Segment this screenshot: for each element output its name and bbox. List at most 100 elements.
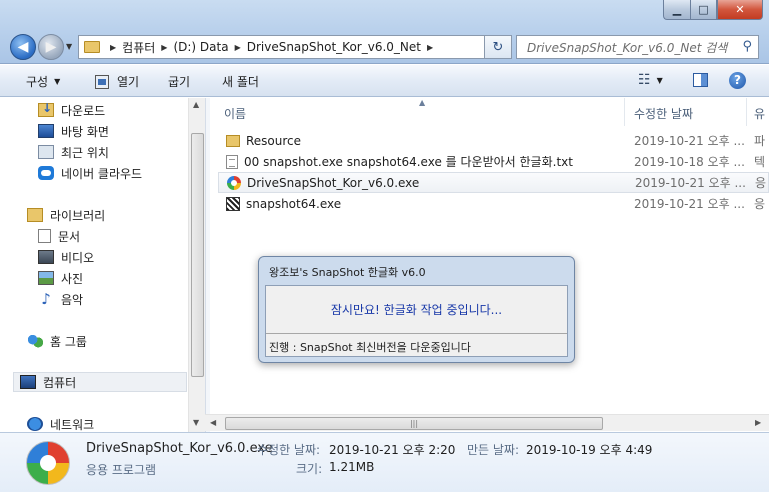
pane-splitter[interactable] — [205, 98, 210, 432]
breadcrumb-computer[interactable]: 컴퓨터 — [122, 39, 155, 56]
close-button[interactable]: ✕ — [717, 0, 763, 20]
chevron-right-icon[interactable]: ▶ — [235, 43, 241, 52]
column-divider[interactable] — [746, 98, 747, 126]
scroll-up-icon[interactable]: ▲ — [193, 100, 199, 109]
search-input[interactable]: DriveSnapShot_Kor_v6.0_Net 검색 ⚲ — [516, 35, 759, 59]
dialog-title: 왕조보's SnapShot 한글화 v6.0 — [269, 266, 426, 279]
file-name: Resource — [246, 133, 302, 148]
view-list-icon: ☷ — [638, 72, 651, 88]
sidebar-item-music[interactable]: ♪ 음악 — [38, 289, 83, 309]
preview-pane-icon — [693, 73, 708, 87]
window-controls: ▁ □ ✕ — [663, 0, 763, 20]
sidebar-item-documents[interactable]: 문서 — [38, 226, 80, 246]
recent-places-icon — [38, 145, 54, 159]
back-button[interactable]: ◀ — [10, 34, 36, 60]
arrow-left-icon: ◀ — [17, 39, 29, 55]
breadcrumb-folder[interactable]: DriveSnapShot_Kor_v6.0_Net — [247, 40, 421, 54]
list-item[interactable]: Resource 2019-10-21 오후 ... 파 — [218, 130, 769, 151]
sidebar-item-recent[interactable]: 최근 위치 — [38, 142, 109, 162]
details-created-value: 2019-10-19 오후 4:49 — [526, 443, 653, 457]
window-chrome: ▁ □ ✕ ◀ ▶ ▼ ▶ 컴퓨터 ▶ (D:) Data ▶ DriveSna… — [0, 0, 769, 64]
sidebar-item-label: 음악 — [61, 292, 84, 307]
file-type: 파 — [754, 134, 766, 148]
breadcrumb-drive[interactable]: (D:) Data — [173, 40, 228, 54]
details-size-label: 크기: — [296, 462, 323, 476]
open-button[interactable]: 열기 — [95, 73, 139, 90]
sidebar-item-label: 비디오 — [61, 250, 95, 265]
column-name[interactable]: 이름 — [224, 105, 246, 122]
text-file-icon — [226, 154, 238, 169]
burn-button[interactable]: 굽기 — [168, 73, 190, 90]
burn-label: 굽기 — [168, 75, 191, 89]
new-folder-button[interactable]: 새 폴더 — [222, 73, 259, 90]
minimize-button[interactable]: ▁ — [663, 0, 690, 20]
list-item[interactable]: DriveSnapShot_Kor_v6.0.exe 2019-10-21 오후… — [218, 172, 769, 193]
dialog-message-box: 잠시만요! 한글화 작업 중입니다... — [266, 286, 567, 334]
sidebar-item-computer[interactable]: 컴퓨터 — [13, 372, 187, 392]
sidebar-item-label: 최근 위치 — [61, 145, 109, 160]
file-date: 2019-10-21 오후 ... — [634, 134, 745, 148]
list-item[interactable]: snapshot64.exe 2019-10-21 오후 ... 응 — [218, 193, 769, 214]
download-folder-icon — [38, 101, 54, 117]
scroll-left-icon[interactable]: ◀ — [210, 418, 216, 427]
desktop-icon — [38, 124, 54, 138]
help-button[interactable]: ? — [729, 72, 746, 89]
sidebar-item-label: 홈 그룹 — [50, 334, 87, 349]
sidebar-item-label: 바탕 화면 — [61, 124, 109, 139]
scroll-right-icon[interactable]: ▶ — [755, 418, 761, 427]
column-date-modified[interactable]: 수정한 날짜 — [634, 105, 693, 122]
command-bar: 구성 ▼ 열기 굽기 새 폴더 ☷ ▼ ? — [0, 65, 769, 97]
open-label: 열기 — [117, 75, 140, 89]
file-date: 2019-10-18 오후 ... — [634, 155, 745, 169]
computer-icon — [20, 375, 36, 389]
refresh-button[interactable]: ↻ — [484, 35, 512, 59]
chevron-right-icon[interactable]: ▶ — [161, 43, 167, 52]
sidebar-item-network[interactable]: 네트워크 — [27, 414, 94, 432]
sidebar-item-label: 사진 — [61, 271, 84, 286]
column-divider[interactable] — [624, 98, 625, 126]
sidebar-item-homegroup[interactable]: 홈 그룹 — [27, 331, 87, 351]
chevron-right-icon[interactable]: ▶ — [110, 43, 116, 52]
sidebar-item-videos[interactable]: 비디오 — [38, 247, 94, 267]
sidebar-item-pictures[interactable]: 사진 — [38, 268, 83, 288]
search-placeholder: DriveSnapShot_Kor_v6.0_Net 검색 — [527, 40, 728, 55]
change-view-button[interactable]: ☷ ▼ — [638, 72, 663, 88]
column-type[interactable]: 유 — [754, 105, 765, 122]
scrollbar-thumb[interactable] — [191, 133, 204, 377]
organize-button[interactable]: 구성 ▼ — [26, 73, 60, 90]
list-item[interactable]: 00 snapshot.exe snapshot64.exe 를 다운받아서 한… — [218, 151, 769, 172]
scroll-down-icon[interactable]: ▼ — [193, 418, 199, 427]
file-name: snapshot64.exe — [246, 196, 342, 211]
sidebar-item-label: 네트워크 — [50, 417, 95, 432]
preview-pane-button[interactable] — [693, 73, 708, 87]
new-folder-label: 새 폴더 — [222, 75, 259, 89]
sidebar-item-libraries[interactable]: 라이브러리 — [27, 205, 105, 225]
sidebar-item-label: 문서 — [58, 229, 81, 244]
horizontal-scrollbar[interactable]: ◀ ||| ▶ — [205, 414, 769, 431]
maximize-button[interactable]: □ — [690, 0, 717, 20]
recent-pages-dropdown[interactable]: ▼ — [66, 42, 72, 51]
sidebar-item-label: 다운로드 — [61, 103, 106, 118]
navigation-pane: 다운로드 바탕 화면 최근 위치 네이버 클라우드 라이브러리 문서 비디오 사… — [0, 98, 188, 432]
sidebar-item-label: 컴퓨터 — [43, 375, 77, 390]
details-modified-value: 2019-10-21 오후 2:20 — [329, 443, 456, 457]
sidebar-item-desktop[interactable]: 바탕 화면 — [38, 121, 109, 141]
progress-dialog: 왕조보's SnapShot 한글화 v6.0 잠시만요! 한글화 작업 중입니… — [258, 256, 575, 363]
chevron-down-icon: ▼ — [656, 75, 663, 85]
videos-icon — [38, 250, 54, 264]
chevron-down-icon: ▼ — [54, 77, 61, 86]
navigation-pane-scrollbar[interactable]: ▲ ▼ — [188, 98, 205, 432]
forward-button[interactable]: ▶ — [38, 34, 64, 60]
chevron-right-icon[interactable]: ▶ — [427, 43, 433, 52]
music-icon: ♪ — [41, 290, 51, 308]
sidebar-item-naver-cloud[interactable]: 네이버 클라우드 — [38, 163, 142, 183]
search-icon[interactable]: ⚲ — [742, 39, 752, 54]
scrollbar-thumb[interactable]: ||| — [225, 417, 603, 430]
exe-icon — [226, 196, 240, 211]
sidebar-item-downloads[interactable]: 다운로드 — [38, 100, 105, 120]
details-modified-label: 수정한 날짜: — [257, 443, 321, 457]
network-icon — [27, 417, 43, 431]
library-icon — [27, 208, 43, 222]
file-name: 00 snapshot.exe snapshot64.exe 를 다운받아서 한… — [244, 155, 573, 169]
address-bar[interactable]: ▶ 컴퓨터 ▶ (D:) Data ▶ DriveSnapShot_Kor_v6… — [78, 35, 512, 59]
